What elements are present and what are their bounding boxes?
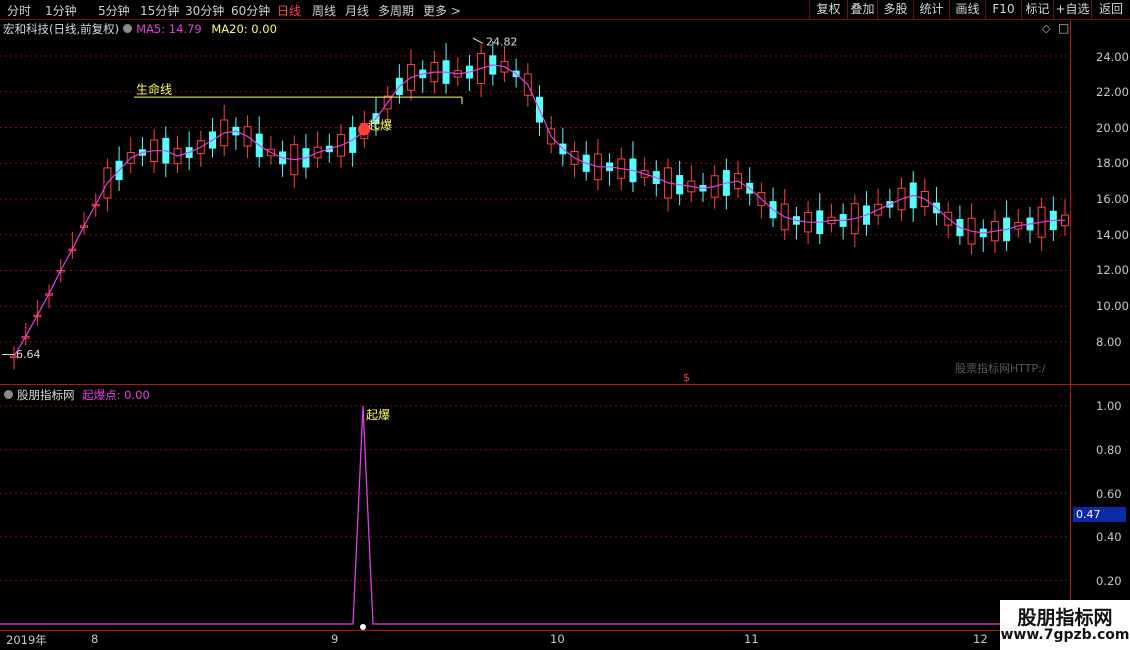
ma20-label: MA20: 0.00: [211, 22, 277, 36]
price-tick: 16.00: [1096, 192, 1129, 206]
watermark-text: 股票指标网HTTP:/: [955, 362, 1046, 375]
date-label: 12: [973, 632, 988, 646]
life-line-label: 生命线: [136, 82, 172, 97]
biaoji-button[interactable]: 标记: [1021, 0, 1053, 19]
price-tick: 22.00: [1096, 85, 1129, 99]
price-tick: 12.00: [1096, 263, 1129, 277]
logo-name: 股朋指标网: [1017, 607, 1113, 629]
tongji-button[interactable]: 统计: [913, 0, 949, 19]
indicator-name: 股朋指标网: [17, 388, 75, 402]
indicator-tick: 0.40: [1096, 530, 1122, 544]
date-label: 9: [331, 632, 339, 646]
dollar-label: $: [683, 371, 690, 384]
date-label: 11: [744, 632, 759, 646]
price-tick: 24.00: [1096, 50, 1129, 64]
date-label: 10: [550, 632, 565, 646]
qibao-dot-icon: [358, 123, 370, 136]
ma5-label: MA5: 14.79: [136, 22, 202, 36]
price-tick: 14.00: [1096, 228, 1129, 242]
diejia-button[interactable]: 叠加: [847, 0, 877, 19]
indicator-settings-icon[interactable]: [4, 390, 13, 399]
high-price-label: 24.82: [486, 37, 518, 48]
indicator-chart: 起爆: [0, 405, 1070, 630]
indicator-header: 股朋指标网 起爆点: 0.00: [0, 387, 150, 403]
back-button[interactable]: 返回: [1091, 0, 1130, 19]
huaxian-button[interactable]: 画线: [949, 0, 985, 19]
period-60min[interactable]: 60分钟: [231, 2, 270, 19]
price-tick: 18.00: [1096, 156, 1129, 170]
period-more[interactable]: 更多 >: [423, 2, 461, 19]
candlestick-chart: 生命线起爆 24.82 6.64 $: [0, 37, 1070, 384]
high-price-pointer: [472, 37, 484, 44]
period-1min[interactable]: 1分钟: [45, 2, 77, 19]
period-multi[interactable]: 多周期: [378, 2, 414, 19]
indicator-tick: 0.20: [1096, 574, 1122, 588]
maximize-icon[interactable]: □: [1058, 21, 1069, 35]
low-price-label: 6.64: [16, 348, 41, 361]
date-label: 8: [91, 632, 99, 646]
period-daily[interactable]: 日线: [277, 2, 301, 19]
panel-separator: [0, 384, 1130, 385]
date-axis: 2019年 8 9 10 11 12: [0, 630, 1130, 647]
diamond-icon[interactable]: ◇: [1042, 22, 1050, 35]
price-tick: 8.00: [1096, 335, 1122, 349]
add-watchlist-button[interactable]: +自选: [1053, 0, 1091, 19]
period-weekly[interactable]: 周线: [312, 2, 336, 19]
fuquan-button[interactable]: 复权: [809, 0, 847, 19]
price-tick: 10.00: [1096, 299, 1129, 313]
indicator-tick: 1.00: [1096, 399, 1122, 413]
qibao-label: 起爆: [368, 118, 392, 132]
cursor-value-marker: 0.47: [1073, 507, 1126, 522]
indicator-spike-label: 起爆: [366, 408, 390, 422]
indicator-tick: 0.80: [1096, 443, 1122, 457]
stock-title: 宏和科技(日线,前复权): [3, 22, 120, 36]
indicator-value-label: 起爆点: 0.00: [82, 388, 150, 402]
period-15min[interactable]: 15分钟: [140, 2, 179, 19]
indicator-line: [0, 405, 1070, 625]
ma5-line: [13, 64, 1065, 357]
f10-button[interactable]: F10: [985, 0, 1021, 19]
settings-circle-icon[interactable]: [123, 24, 133, 33]
period-toolbar: 分时 1分钟 5分钟 15分钟 30分钟 60分钟 日线 周线 月线 多周期 更…: [0, 0, 1130, 20]
logo-url: www.7gpzb.com: [1000, 627, 1130, 643]
period-30min[interactable]: 30分钟: [185, 2, 224, 19]
duogu-button[interactable]: 多股: [877, 0, 913, 19]
date-label: 2019年: [6, 633, 47, 647]
site-logo: 股朋指标网 www.7gpzb.com: [1000, 600, 1130, 650]
indicator-tick: 0.60: [1096, 487, 1122, 501]
period-5min[interactable]: 5分钟: [98, 2, 130, 19]
price-axis-line: [1070, 20, 1071, 630]
stock-info-bar: 宏和科技(日线,前复权) MA5: 14.79 MA20: 0.00: [0, 21, 277, 37]
period-monthly[interactable]: 月线: [345, 2, 369, 19]
price-tick: 20.00: [1096, 121, 1129, 135]
period-fenshi[interactable]: 分时: [7, 2, 31, 19]
